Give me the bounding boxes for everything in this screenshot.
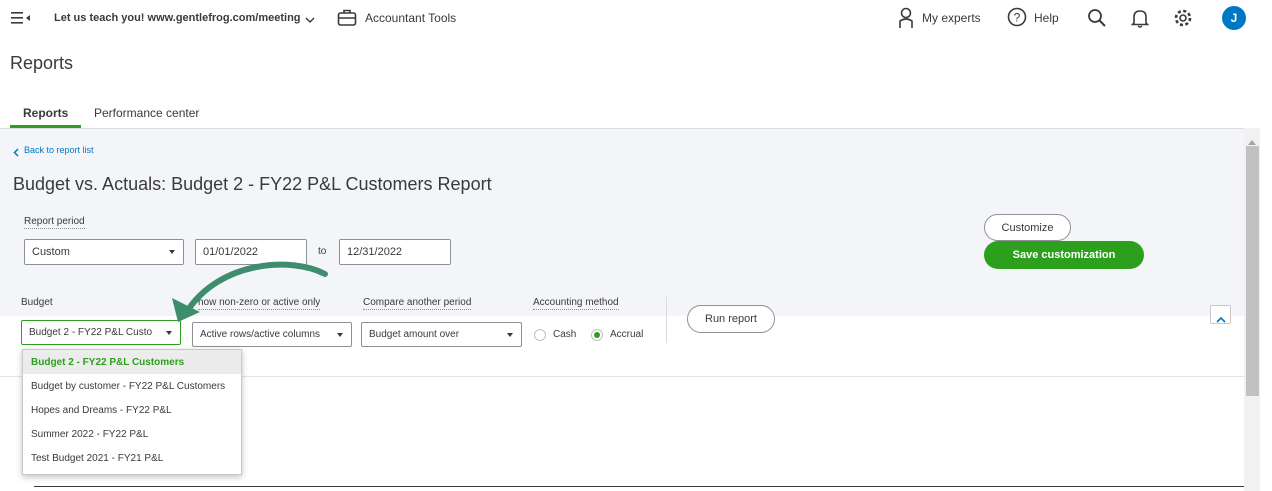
svg-text:?: ? xyxy=(1014,11,1021,25)
budget-select[interactable]: Budget 2 - FY22 P&L Custo xyxy=(21,320,181,345)
report-title: Budget vs. Actuals: Budget 2 - FY22 P&L … xyxy=(13,174,492,194)
date-to-input[interactable]: 12/31/2022 xyxy=(339,239,451,265)
to-label: to xyxy=(318,246,327,257)
accrual-label[interactable]: Accrual xyxy=(610,329,643,340)
show-nonzero-value: Active rows/active columns xyxy=(200,329,321,340)
date-to-value: 12/31/2022 xyxy=(347,246,403,258)
help-icon[interactable]: ? xyxy=(1007,7,1027,32)
report-period-label: Report period xyxy=(24,216,85,229)
dropdown-caret-icon xyxy=(169,250,175,254)
avatar[interactable]: J xyxy=(1222,6,1246,30)
accounting-method-label: Accounting method xyxy=(533,297,619,310)
save-customization-button[interactable]: Save customization xyxy=(984,241,1144,269)
budget-option[interactable]: Budget 2 - FY22 P&L Customers xyxy=(23,350,241,374)
chevron-left-icon[interactable] xyxy=(13,144,19,162)
chevron-down-icon[interactable] xyxy=(305,12,315,30)
help-label[interactable]: Help xyxy=(1034,11,1059,25)
page-title: Reports xyxy=(10,53,74,73)
gear-icon[interactable] xyxy=(1173,8,1193,33)
tab-performance-center[interactable]: Performance center xyxy=(94,106,199,120)
collapse-button[interactable] xyxy=(1210,305,1231,324)
dropdown-caret-icon xyxy=(507,332,513,337)
my-experts-icon[interactable] xyxy=(897,7,915,34)
dropdown-caret-icon xyxy=(337,332,343,337)
budget-option[interactable]: Summer 2022 - FY22 P&L xyxy=(23,422,241,446)
tab-reports[interactable]: Reports xyxy=(23,106,68,120)
cash-label[interactable]: Cash xyxy=(553,329,576,340)
back-to-report-list-link[interactable]: Back to report list xyxy=(24,145,94,155)
scroll-up-arrow-icon[interactable] xyxy=(1248,132,1256,150)
budget-dropdown-menu: Budget 2 - FY22 P&L Customers Budget by … xyxy=(22,349,242,475)
budget-option[interactable]: Budget by customer - FY22 P&L Customers xyxy=(23,374,241,398)
top-bar: Let us teach you! www.gentlefrog.com/mee… xyxy=(0,0,1272,36)
budget-select-value: Budget 2 - FY22 P&L Custo xyxy=(29,327,153,338)
budget-option[interactable]: Test Budget 2021 - FY21 P&L xyxy=(23,446,241,470)
my-experts-label[interactable]: My experts xyxy=(922,11,981,25)
compare-period-label: Compare another period xyxy=(363,297,472,310)
report-period-value: Custom xyxy=(32,246,70,258)
search-icon[interactable] xyxy=(1087,8,1107,33)
bell-icon[interactable] xyxy=(1130,8,1150,33)
vertical-divider xyxy=(666,297,667,343)
company-name[interactable]: Let us teach you! www.gentlefrog.com/mee… xyxy=(54,12,301,24)
compare-period-value: Budget amount over xyxy=(369,329,460,340)
chevron-up-icon xyxy=(1216,311,1226,329)
compare-period-select[interactable]: Budget amount over xyxy=(361,322,522,347)
dropdown-caret-icon xyxy=(166,330,172,335)
menu-collapse-icon[interactable] xyxy=(11,9,31,27)
budget-label: Budget xyxy=(21,297,53,308)
budget-option[interactable]: Hopes and Dreams - FY22 P&L xyxy=(23,398,241,422)
accrual-radio[interactable] xyxy=(591,329,603,341)
annotation-arrow-icon xyxy=(172,261,328,322)
report-bottom-rule xyxy=(34,486,1244,487)
briefcase-icon[interactable] xyxy=(337,8,357,32)
scrollbar-thumb[interactable] xyxy=(1246,146,1259,396)
cash-radio[interactable] xyxy=(534,329,546,341)
accountant-tools-label[interactable]: Accountant Tools xyxy=(365,11,456,25)
run-report-button[interactable]: Run report xyxy=(687,305,775,333)
date-from-value: 01/01/2022 xyxy=(203,246,259,258)
customize-button[interactable]: Customize xyxy=(984,214,1071,241)
